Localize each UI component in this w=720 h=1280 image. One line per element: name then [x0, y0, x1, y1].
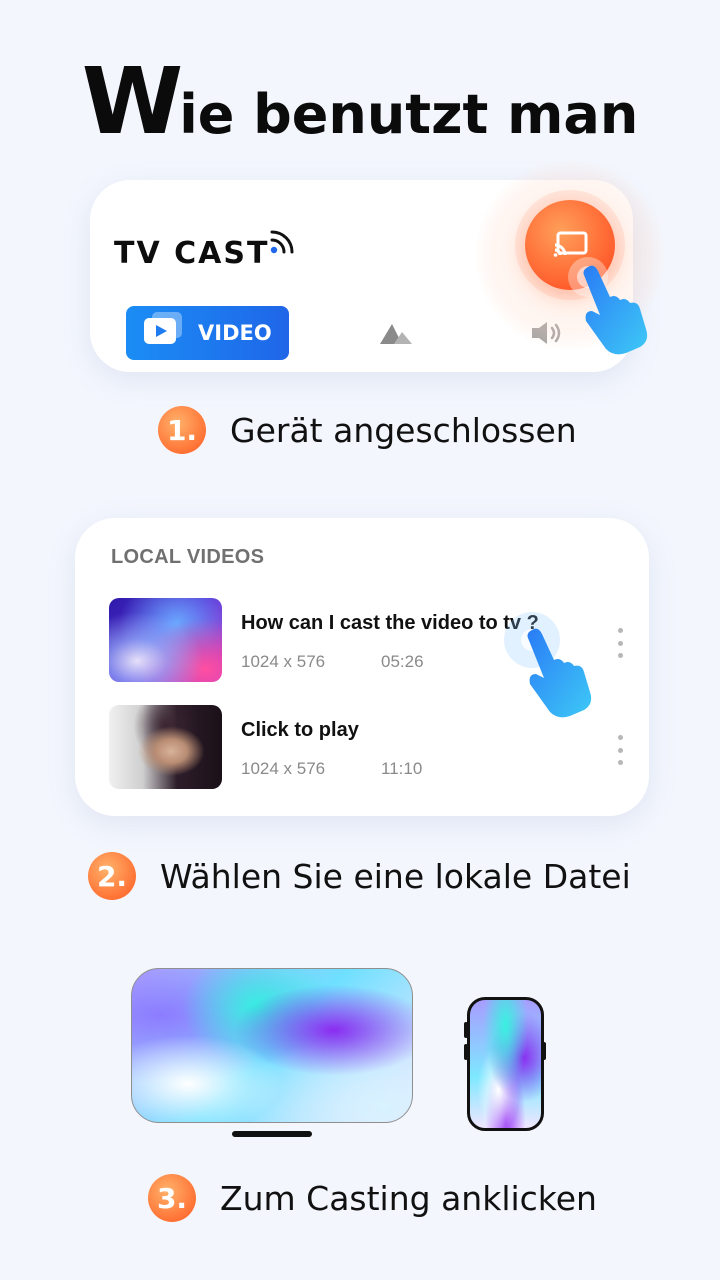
step-2: 2. Wählen Sie eine lokale Datei: [88, 852, 631, 900]
video-title: Click to play: [241, 719, 359, 741]
tap-hand-icon: [568, 257, 648, 355]
video-thumbnail: [109, 598, 222, 682]
more-options-icon[interactable]: [617, 735, 623, 765]
video-resolution: 1024 x 576: [241, 759, 326, 778]
step-2-badge: 2.: [88, 852, 136, 900]
video-resolution: 1024 x 576: [241, 652, 326, 671]
step-1-badge: 1.: [158, 406, 206, 454]
step-3: 3. Zum Casting anklicken: [148, 1174, 597, 1222]
page-headline: Wie benutzt man: [0, 48, 720, 155]
headline-rest: ie benutzt man: [179, 83, 639, 146]
video-duration: 11:10: [381, 759, 423, 778]
image-icon[interactable]: [378, 320, 414, 346]
step-1: 1. Gerät angeschlossen: [158, 406, 577, 454]
step-1-text: Gerät angeschlossen: [230, 410, 577, 450]
phone-side-button: [542, 1042, 546, 1060]
phone-side-button: [464, 1022, 468, 1038]
section-title: LOCAL VIDEOS: [111, 546, 265, 568]
cast-signal-icon: [270, 230, 294, 254]
headline-first-letter: W: [81, 48, 184, 155]
tv-stand: [232, 1131, 312, 1137]
play-icon: [144, 312, 182, 348]
step-3-badge: 3.: [148, 1174, 196, 1222]
tab-video[interactable]: VIDEO: [126, 306, 289, 360]
video-title: How can I cast the video to tv ?: [241, 612, 539, 634]
video-duration: 05:26: [381, 652, 424, 671]
tap-hand-icon: [504, 612, 592, 718]
brand-logo: TV CAST: [114, 236, 270, 271]
phone-illustration: [467, 997, 544, 1131]
tab-video-label: VIDEO: [198, 321, 272, 345]
tv-screen-illustration: [131, 968, 413, 1123]
phone-side-button: [464, 1044, 468, 1060]
step-2-text: Wählen Sie eine lokale Datei: [160, 856, 631, 896]
more-options-icon[interactable]: [617, 628, 623, 658]
video-thumbnail: [109, 705, 222, 789]
step-3-text: Zum Casting anklicken: [220, 1178, 597, 1218]
